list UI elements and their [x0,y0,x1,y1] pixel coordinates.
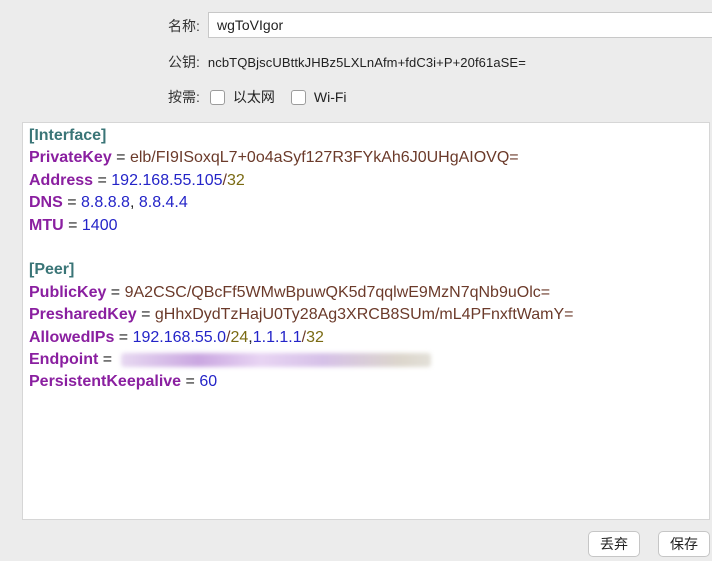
allowed-1-mask: 24 [230,328,249,346]
allowed-2-ip: 1.1.1.1 [252,328,302,346]
peer-header: [Peer] [29,261,75,279]
public-key-row: 公钥: ncbTQBjscUBttkJHBz5LXLnAfm+fdC3i+P+2… [168,50,526,74]
preshared-key-value: gHhxDydTzHajU0Ty28Ag3XRCB8SUm/mL4PFnxftW… [154,306,574,324]
allowed-1-ip: 192.168.55.0 [132,328,227,346]
keepalive-line: PersistentKeepalive = 60 [29,373,218,391]
peer-header-line: [Peer] [29,259,574,281]
endpoint-redacted [120,352,431,367]
endpoint-key: Endpoint [29,350,99,368]
public-key-key: PublicKey [29,283,107,301]
save-button[interactable]: 保存 [658,531,710,557]
mtu-key: MTU [29,216,64,234]
mtu-value: 1400 [81,216,118,234]
wifi-label: Wi-Fi [313,89,347,105]
on-demand-label: 按需: [168,89,200,105]
ethernet-checkbox[interactable]: 以太网 [209,87,275,107]
interface-header: [Interface] [29,127,107,144]
config-editor[interactable]: [Interface] PrivateKey = elb/FI9ISoxqL7+… [22,122,710,520]
public-key-label: 公钥: [168,54,200,70]
dns-2: 8.8.4.4 [138,194,188,212]
public-key-value: ncbTQBjscUBttkJHBz5LXLnAfm+fdC3i+P+20f61… [207,54,526,70]
address-ip: 192.168.55.105 [111,171,223,189]
preshared-key-line: PresharedKey = gHhxDydTzHajU0Ty28Ag3XRCB… [29,306,574,324]
address-key: Address [29,171,94,189]
private-key-value: elb/FI9ISoxqL7+0o4aSyf127R3FYkAh6J0UHgAI… [129,149,519,167]
mtu-line: MTU = 1400 [29,216,118,234]
name-input[interactable]: wgToVIgor [208,12,712,38]
private-key-line: PrivateKey = elb/FI9ISoxqL7+0o4aSyf127R3… [29,149,519,167]
on-demand-row: 按需: 以太网 Wi-Fi [168,86,347,108]
interface-header-line: [Interface] [29,125,574,147]
dns-1: 8.8.8.8 [81,194,130,212]
name-row: 名称: [168,12,200,40]
allowed-2-mask: 32 [306,328,324,346]
ethernet-label: 以太网 [232,89,275,105]
wifi-checkbox[interactable]: Wi-Fi [290,89,347,105]
peer-public-key-value: 9A2CSC/QBcFf5WMwBpuwQK5d7qqlwE9MzN7qNb9u… [124,283,551,301]
config-text: [Interface] PrivateKey = elb/FI9ISoxqL7+… [29,125,574,394]
name-label: 名称: [168,18,200,34]
dns-key: DNS [29,194,63,212]
endpoint-line: Endpoint = [29,349,574,371]
discard-button[interactable]: 丢弃 [588,531,640,557]
allowed-ips-line: AllowedIPs = 192.168.55.0/24,1.1.1.1/32 [29,328,324,346]
address-mask: 32 [226,171,245,189]
wifi-checkbox-box[interactable] [290,89,306,105]
allowed-ips-key: AllowedIPs [29,328,115,346]
keepalive-value: 60 [199,373,218,391]
public-key-line: PublicKey = 9A2CSC/QBcFf5WMwBpuwQK5d7qql… [29,283,551,301]
dns-line: DNS = 8.8.8.8, 8.8.4.4 [29,194,188,212]
ethernet-checkbox-box[interactable] [209,89,225,105]
address-line: Address = 192.168.55.105/32 [29,171,245,189]
keepalive-key: PersistentKeepalive [29,373,182,391]
private-key-key: PrivateKey [29,149,112,167]
preshared-key-key: PresharedKey [29,306,137,324]
